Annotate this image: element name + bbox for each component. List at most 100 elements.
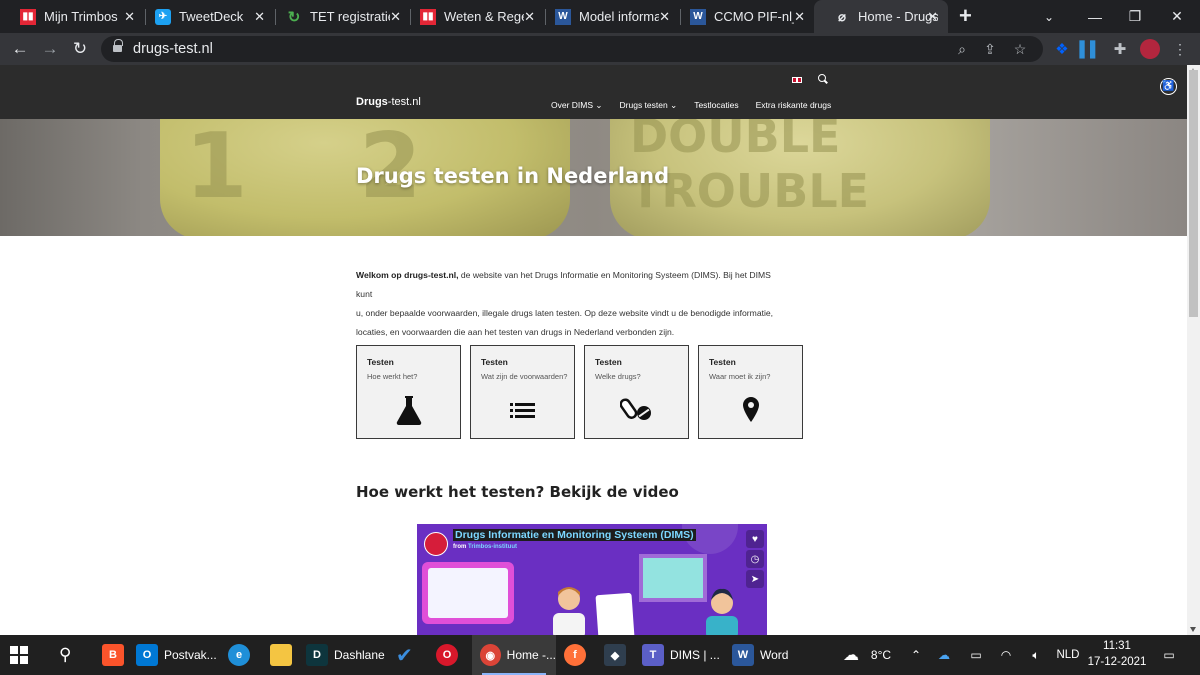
back-icon[interactable]: ← — [8, 37, 32, 61]
close-icon[interactable]: ✕ — [927, 9, 938, 25]
scrollbar-thumb[interactable] — [1189, 70, 1198, 317]
site-logo[interactable]: Drugs-test.nl — [356, 96, 421, 108]
tab-title: TweetDeck — [179, 9, 244, 24]
dropbox-icon[interactable]: ❖ — [1050, 37, 1074, 61]
taskbar-label: DIMS | ... — [670, 648, 720, 662]
avatar[interactable] — [1138, 37, 1162, 61]
video-title[interactable]: Drugs Informatie en Monitoring Systeem (… — [453, 529, 696, 541]
tet-icon: ↻ — [287, 8, 301, 26]
notifications-icon[interactable]: ▭ — [1158, 635, 1180, 675]
scroll-down-icon[interactable] — [1190, 627, 1196, 632]
nav-over-dims[interactable]: Over DIMS ⌄ — [551, 100, 603, 111]
taskbar-item-teams[interactable]: T DIMS | ... — [642, 635, 724, 675]
brave-icon[interactable]: B — [102, 635, 124, 675]
nav-testlocaties[interactable]: Testlocaties — [694, 100, 738, 111]
card-title: Testen — [481, 357, 508, 367]
taskbar-item-outlook[interactable]: O Postvak... — [136, 635, 218, 675]
weather-icon[interactable]: ☁ — [840, 635, 862, 675]
app-icon[interactable]: ◆ — [604, 635, 626, 675]
opera-icon[interactable]: O — [436, 635, 458, 675]
taskbar-item-word[interactable]: W Word — [732, 635, 792, 675]
nav-drugs-testen[interactable]: Drugs testen ⌄ — [620, 100, 678, 111]
video-channel[interactable]: Trimbos-instituut — [468, 544, 517, 550]
address-bar[interactable]: drugs-test.nl ⌕ ⇪ ☆ — [101, 36, 1043, 62]
card-voorwaarden[interactable]: Testen Wat zijn de voorwaarden? — [470, 345, 575, 439]
intro-line: locaties, en voorwaarden die aan het tes… — [356, 327, 675, 337]
bookmark-star-icon[interactable]: ☆ — [1007, 36, 1033, 62]
extensions-puzzle-icon[interactable]: ✚ — [1108, 37, 1132, 61]
onedrive-icon[interactable]: ☁ — [934, 635, 954, 675]
language-indicator[interactable]: NLD — [1054, 635, 1082, 675]
intro-text: Welkom op drugs-test.nl, de website van … — [356, 266, 776, 342]
volume-icon[interactable]: 🔈︎ — [1026, 635, 1046, 675]
browser-tab[interactable]: W CCMO PIF-nl_a ✕ — [670, 0, 815, 33]
todo-icon[interactable]: ✔ — [396, 635, 413, 675]
card-hoe-werkt-het[interactable]: Testen Hoe werkt het? — [356, 345, 461, 439]
card-subtitle: Waar moet ik zijn? — [709, 372, 771, 381]
dashlane-icon: D — [306, 644, 328, 666]
logo-rest: -test.nl — [387, 96, 421, 108]
edge-icon[interactable]: e — [228, 635, 250, 675]
tab-search-icon[interactable]: ⌄ — [1026, 0, 1072, 33]
word-icon: W — [555, 8, 571, 25]
uk-flag-icon[interactable] — [792, 77, 802, 83]
share-icon[interactable]: ⇪ — [977, 36, 1003, 62]
taskbar-label: Home -... — [506, 648, 556, 662]
page-scrollbar[interactable] — [1187, 65, 1200, 635]
clock-icon[interactable]: ◷ — [746, 550, 764, 568]
browser-tab[interactable]: ↻ TET registratie ✕ — [266, 0, 411, 33]
chrome-icon: ◉ — [480, 644, 501, 666]
search-icon[interactable] — [818, 74, 826, 82]
map-marker-icon — [734, 393, 768, 427]
weather-temp[interactable]: 8°C — [866, 635, 896, 675]
chevron-up-icon[interactable]: ⌃ — [906, 635, 926, 675]
lock-icon[interactable] — [113, 39, 123, 54]
taskbar: ⚲ B O Postvak... e D Dashlane ✔ O ◉ Home… — [0, 635, 1200, 675]
drugs-test-icon: ⌀ — [838, 8, 846, 24]
battery-icon[interactable]: ▭ — [966, 635, 986, 675]
url-text: drugs-test.nl — [133, 41, 213, 57]
restore-icon[interactable]: ❐ — [1112, 0, 1158, 33]
taskbar-item-dashlane[interactable]: D Dashlane — [306, 635, 386, 675]
zoom-icon[interactable]: ⌕ — [949, 36, 975, 62]
card-subtitle: Welke drugs? — [595, 372, 641, 381]
clock[interactable]: 11:31 17-12-2021 — [1087, 638, 1147, 670]
browser-tab[interactable]: ▮▮ Weten & Regelg ✕ — [400, 0, 545, 33]
accessibility-icon[interactable]: ♿ — [1160, 78, 1177, 95]
video-from: from — [453, 544, 467, 550]
close-icon[interactable]: ✕ — [254, 9, 265, 25]
extension-icon[interactable]: ▌▌ — [1078, 37, 1102, 61]
browser-tab-active[interactable]: ⌀ Home - Drugs ✕ — [814, 0, 948, 33]
send-icon[interactable]: ➤ — [746, 570, 764, 588]
close-icon[interactable]: ✕ — [794, 9, 805, 25]
browser-tab[interactable]: W Model informa ✕ — [535, 0, 680, 33]
close-icon[interactable]: ✕ — [124, 9, 135, 25]
start-icon[interactable] — [10, 635, 28, 675]
site-header: Drugs-test.nl Over DIMS ⌄ Drugs testen ⌄… — [0, 65, 1187, 119]
outlook-icon: O — [136, 644, 158, 666]
person-illustration — [706, 588, 738, 635]
browser-tab[interactable]: ✈ TweetDeck ✕ — [135, 0, 275, 33]
taskbar-label: Postvak... — [164, 648, 217, 662]
new-tab-icon[interactable]: + — [959, 3, 972, 29]
forward-icon[interactable]: → — [38, 37, 62, 61]
card-subtitle: Hoe werkt het? — [367, 372, 418, 381]
pill-engraving: DOUBLE TROUBLE — [630, 119, 870, 218]
wifi-icon[interactable]: ◠ — [996, 635, 1016, 675]
reload-icon[interactable]: ↻ — [68, 37, 92, 61]
taskbar-item-chrome[interactable]: ◉ Home -... — [472, 635, 556, 675]
close-icon[interactable]: ✕ — [524, 9, 535, 25]
search-icon[interactable]: ⚲ — [59, 635, 71, 675]
browser-tab[interactable]: ▮▮ Mijn Trimbos ✕ — [0, 0, 145, 33]
heart-icon[interactable]: ♥ — [746, 530, 764, 548]
menu-kebab-icon[interactable]: ⋮ — [1168, 37, 1192, 61]
file-explorer-icon[interactable] — [270, 635, 292, 675]
card-welke-drugs[interactable]: Testen Welke drugs? — [584, 345, 689, 439]
firefox-icon[interactable]: f — [564, 635, 586, 675]
close-window-icon[interactable]: ✕ — [1154, 0, 1200, 33]
tab-title: Home - Drugs — [858, 9, 938, 24]
card-waar-moet-ik-zijn[interactable]: Testen Waar moet ik zijn? — [698, 345, 803, 439]
video-player[interactable]: Drugs Informatie en Monitoring Systeem (… — [417, 524, 767, 635]
nav-extra-riskante-drugs[interactable]: Extra riskante drugs — [756, 100, 832, 111]
close-icon[interactable]: ✕ — [659, 9, 670, 25]
